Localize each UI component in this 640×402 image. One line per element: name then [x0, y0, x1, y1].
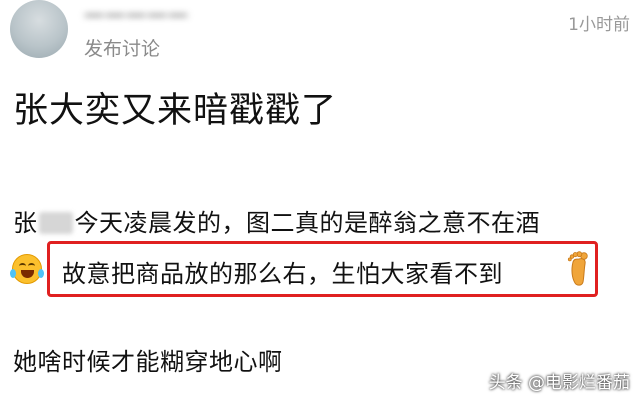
username-redacted[interactable]: 一一一一一: [84, 0, 189, 29]
post-text-line-1: 张 今天凌晨发的，图二真的是醉翁之意不在酒: [13, 203, 540, 238]
highlight-annotation-box: 故意把商品放的那么右，生怕大家看不到: [47, 241, 598, 297]
post-timestamp: 1小时前: [568, 15, 630, 35]
line1-rest: 今天凌晨发的，图二真的是醉翁之意不在酒: [74, 209, 540, 237]
source-watermark: 头条 @电影烂番茄: [488, 373, 630, 393]
redacted-name: [38, 212, 73, 234]
post-title: 张大奕又来暗戳戳了: [13, 91, 338, 131]
foot-icon: [567, 251, 588, 286]
avatar[interactable]: [10, 0, 68, 58]
highlighted-text: 故意把商品放的那么右，生怕大家看不到: [62, 260, 503, 288]
laughing-tears-icon: [10, 254, 44, 284]
post-action-label: 发布讨论: [84, 38, 161, 60]
post-text-line-3: 她啥时候才能糊穿地心啊: [13, 348, 283, 376]
line1-prefix: 张: [13, 209, 38, 237]
